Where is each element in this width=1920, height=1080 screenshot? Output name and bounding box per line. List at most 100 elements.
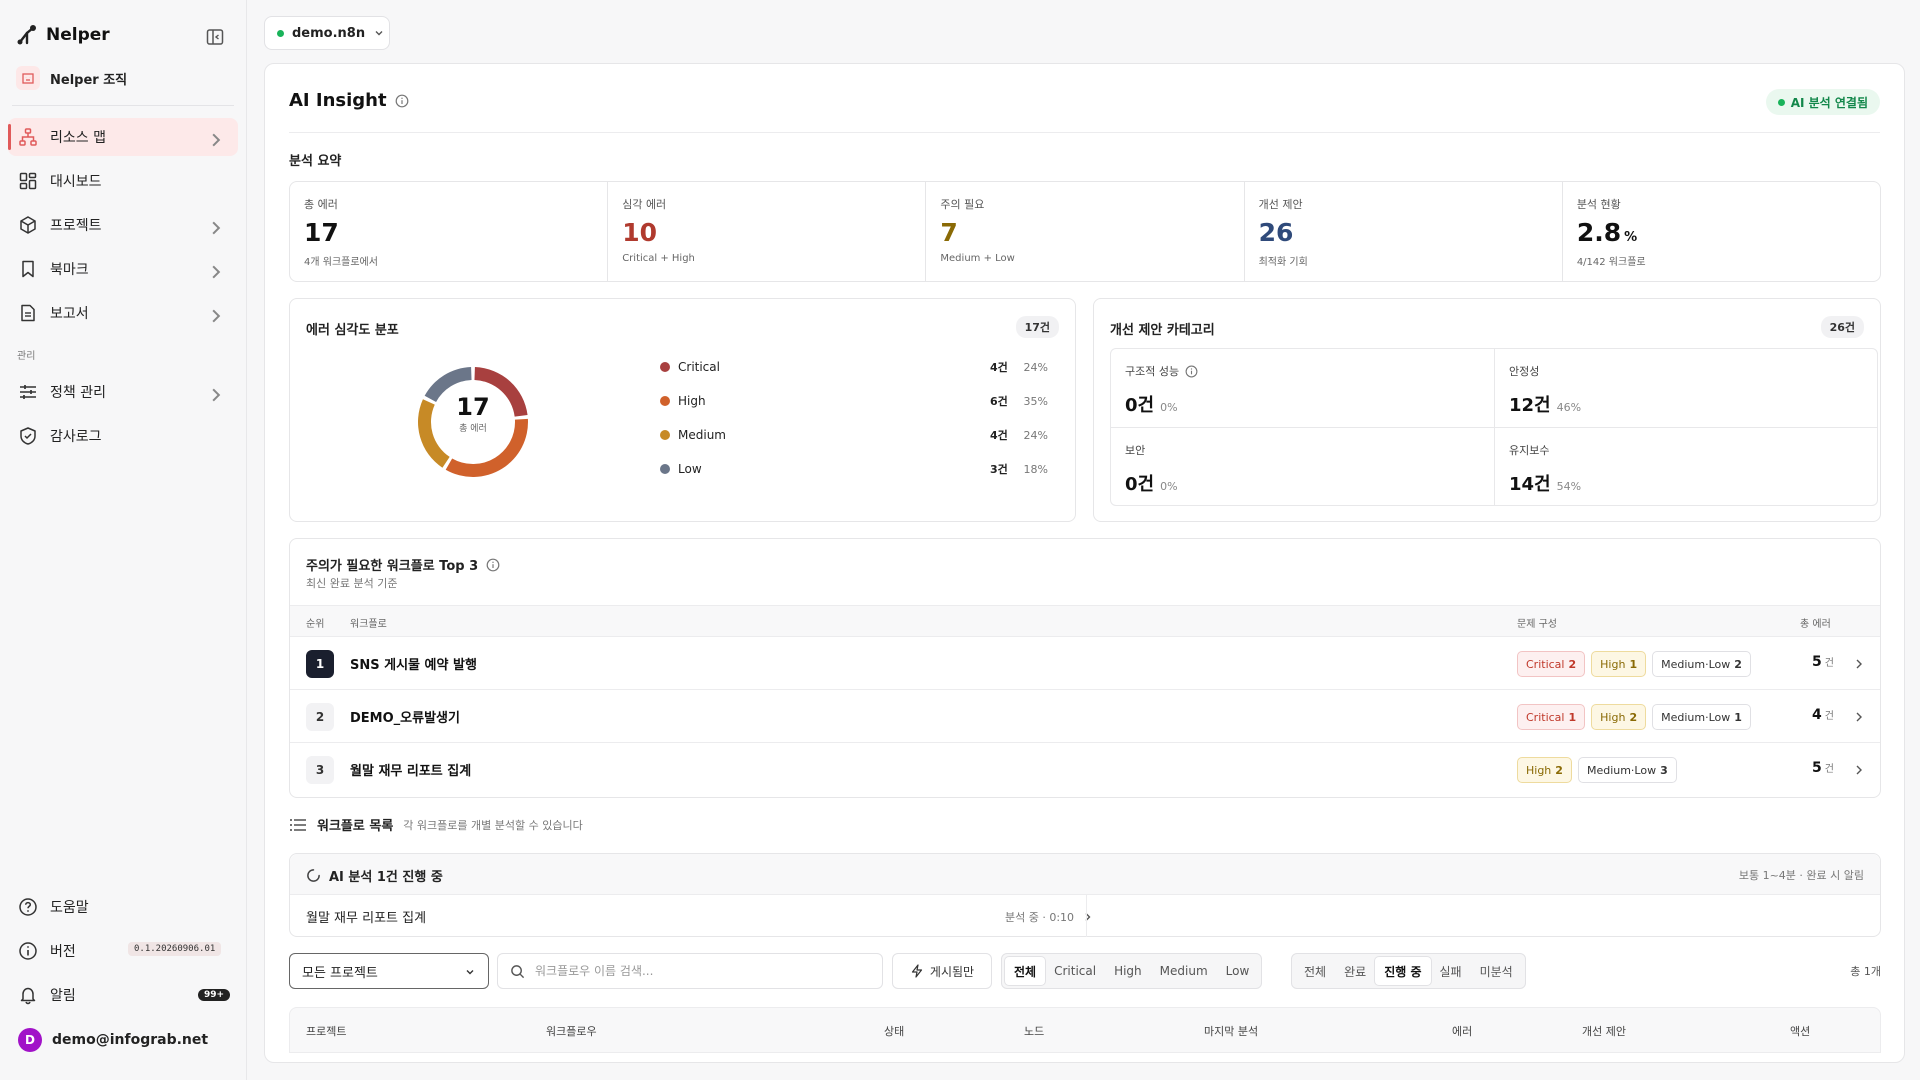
chevron-right-icon	[212, 309, 221, 323]
stat-sub: Critical + High	[622, 253, 695, 264]
section-title: 워크플로 목록	[317, 819, 394, 834]
severity-distribution-panel: 에러 심각도 분포 17건 17 총 에러 Critical 4건 24% Hi…	[289, 298, 1076, 522]
progress-status-text: 분석 중 · 0:10	[1005, 911, 1075, 924]
progress-item-status[interactable]: 분석 중 · 0:10	[1005, 909, 1094, 925]
version-badge: 0.1.20260906.01	[128, 942, 222, 956]
sidebar-item-policy[interactable]: 정책 관리	[8, 373, 238, 411]
status-filter-option[interactable]: 완료	[1335, 957, 1375, 985]
chevron-down-icon	[375, 31, 383, 36]
stat-improvements: 개선 제안 26 최적화 기회	[1245, 182, 1563, 281]
legend-dot	[660, 396, 670, 406]
brand[interactable]: Nelper	[16, 24, 110, 46]
stat-sub: 최적화 기회	[1258, 257, 1308, 268]
stat-sub: 4/142 워크플로	[1576, 257, 1646, 268]
status-badge-text: AI 분석 연결됨	[1790, 95, 1868, 110]
sidebar-item-bookmarks[interactable]: 북마크	[8, 250, 238, 288]
shield-check-icon	[20, 427, 36, 445]
issue-tags: High 2 Medium·Low 3	[1517, 757, 1677, 783]
table-header: 순위 워크플로 문제 구성 총 에러	[290, 605, 1880, 637]
stat-label: 개선 제안	[1258, 198, 1303, 211]
issue-tag: High 2	[1517, 757, 1572, 783]
severity-filter-option[interactable]: Low	[1217, 957, 1259, 985]
issue-tags: Critical 1 High 2 Medium·Low 1	[1517, 704, 1751, 730]
table-row[interactable]: 2 DEMO_오류발생기 Critical 1 High 2 Medium·Low 1 4…	[290, 690, 1880, 743]
status-filter-option[interactable]: 실패	[1431, 957, 1471, 985]
info-icon[interactable]	[395, 94, 409, 108]
status-dot-icon	[1777, 98, 1785, 106]
analysis-progress-card: AI 분석 1건 진행 중 보통 1~4분 · 완료 시 알림 월말 재무 리포…	[289, 853, 1881, 937]
sidebar-item-dashboard[interactable]: 대시보드	[8, 162, 238, 200]
instance-selector[interactable]: demo.n8n	[264, 16, 390, 50]
column-header: 마지막 분석	[1204, 1025, 1259, 1038]
project-select[interactable]: 모든 프로젝트	[289, 953, 489, 989]
column-header: 총 에러	[1800, 619, 1831, 630]
chevron-right-icon	[212, 265, 221, 279]
stat-analysis-progress: 분석 현황 2.8% 4/142 워크플로	[1563, 182, 1880, 281]
info-icon[interactable]	[486, 558, 500, 572]
sidebar-item-audit-log[interactable]: 감사로그	[8, 417, 238, 455]
document-icon	[21, 304, 35, 322]
spinner-icon	[307, 869, 320, 882]
progress-item-name[interactable]: 월말 재무 리포트 집계	[306, 907, 426, 926]
top3-rows: 1 SNS 게시물 예약 발행 Critical 2 High 1 Medium·Low…	[290, 637, 1880, 797]
category-value: 12건 46%	[1509, 395, 1582, 416]
sidebar-item-reports[interactable]: 보고서	[8, 294, 238, 332]
issue-tag: Critical 1	[1517, 704, 1586, 730]
category-maintenance: 유지보수 14건 54%	[1495, 428, 1878, 506]
sidebar-section-admin: 관리	[17, 351, 36, 362]
sidebar-item-label: 정책 관리	[50, 385, 106, 401]
category-value: 0건 0%	[1125, 395, 1178, 416]
legend-item-medium: Medium 4건 24%	[660, 425, 1060, 445]
category-name: 구조적 성능	[1125, 363, 1480, 379]
sidebar-item-resource-map[interactable]: 리소스 맵	[8, 118, 238, 156]
rank-badge: 1	[306, 650, 334, 678]
stat-label: 분석 현황	[1576, 198, 1621, 211]
count-badge: 17건	[1015, 316, 1059, 338]
donut-total: 17	[456, 393, 490, 421]
stat-label: 심각 에러	[622, 198, 667, 211]
issue-tag: Critical 2	[1517, 651, 1586, 677]
info-icon[interactable]	[1185, 365, 1198, 378]
user-menu[interactable]: D demo@infograb.net	[8, 1021, 238, 1059]
workflow-search-input[interactable]	[535, 964, 855, 978]
issue-tag: Medium·Low 3	[1577, 757, 1677, 783]
panel-title: 에러 심각도 분포	[306, 323, 399, 338]
published-only-button[interactable]: 게시됨만	[892, 953, 992, 989]
severity-filter-option[interactable]: 전체	[1005, 957, 1046, 985]
severity-filter-option[interactable]: Critical	[1045, 957, 1105, 985]
status-filter-option[interactable]: 미분석	[1471, 957, 1522, 985]
status-filter-option[interactable]: 전체	[1295, 957, 1335, 985]
stat-value: 26	[1258, 218, 1294, 247]
table-row[interactable]: 3 월말 재무 리포트 집계 High 2 Medium·Low 3 5건	[290, 743, 1880, 796]
stat-total-errors: 총 에러 17 4개 워크플로에서	[290, 182, 609, 281]
org-switcher[interactable]: Nelper 조직	[16, 66, 127, 90]
ai-connection-status-badge: AI 분석 연결됨	[1765, 89, 1880, 115]
category-name: 유지보수	[1509, 444, 1550, 457]
progress-title: AI 분석 1건 진행 중	[306, 866, 443, 885]
column-header: 에러	[1452, 1025, 1473, 1038]
search-icon	[511, 964, 525, 978]
category-security: 보안 0건 0%	[1111, 428, 1494, 506]
legend-pct: 18%	[1023, 462, 1048, 476]
table-row[interactable]: 1 SNS 게시물 예약 발행 Critical 2 High 1 Medium·Low…	[290, 637, 1880, 690]
status-filter-option[interactable]: 진행 중	[1375, 957, 1431, 985]
severity-filter-option[interactable]: Medium	[1151, 957, 1217, 985]
severity-filter-option[interactable]: High	[1105, 957, 1151, 985]
sidebar-item-help[interactable]: 도움말	[8, 888, 238, 926]
workflow-name: DEMO_오류발생기	[350, 711, 460, 726]
legend-dot	[660, 464, 670, 474]
legend-name: Medium	[678, 428, 726, 442]
total-errors: 5건	[1812, 654, 1834, 670]
legend-name: Low	[678, 462, 702, 476]
legend-item-high: High 6건 35%	[660, 391, 1060, 411]
sidebar-collapse-icon[interactable]	[205, 27, 225, 47]
sidebar-item-projects[interactable]: 프로젝트	[8, 206, 238, 244]
help-circle-icon	[19, 898, 37, 916]
workflow-list-header: 워크플로 목록 각 워크플로를 개별 분석할 수 있습니다	[289, 815, 583, 834]
panel-title-text: 주의가 필요한 워크플로 Top 3	[306, 559, 479, 574]
connected-dot-icon	[277, 29, 284, 37]
stat-sub: 4개 워크플로에서	[304, 257, 378, 268]
sidebar-item-label: 보고서	[50, 306, 89, 322]
legend-count: 4건	[990, 361, 1008, 374]
progress-title-text: AI 분석 1건 진행 중	[329, 870, 443, 885]
